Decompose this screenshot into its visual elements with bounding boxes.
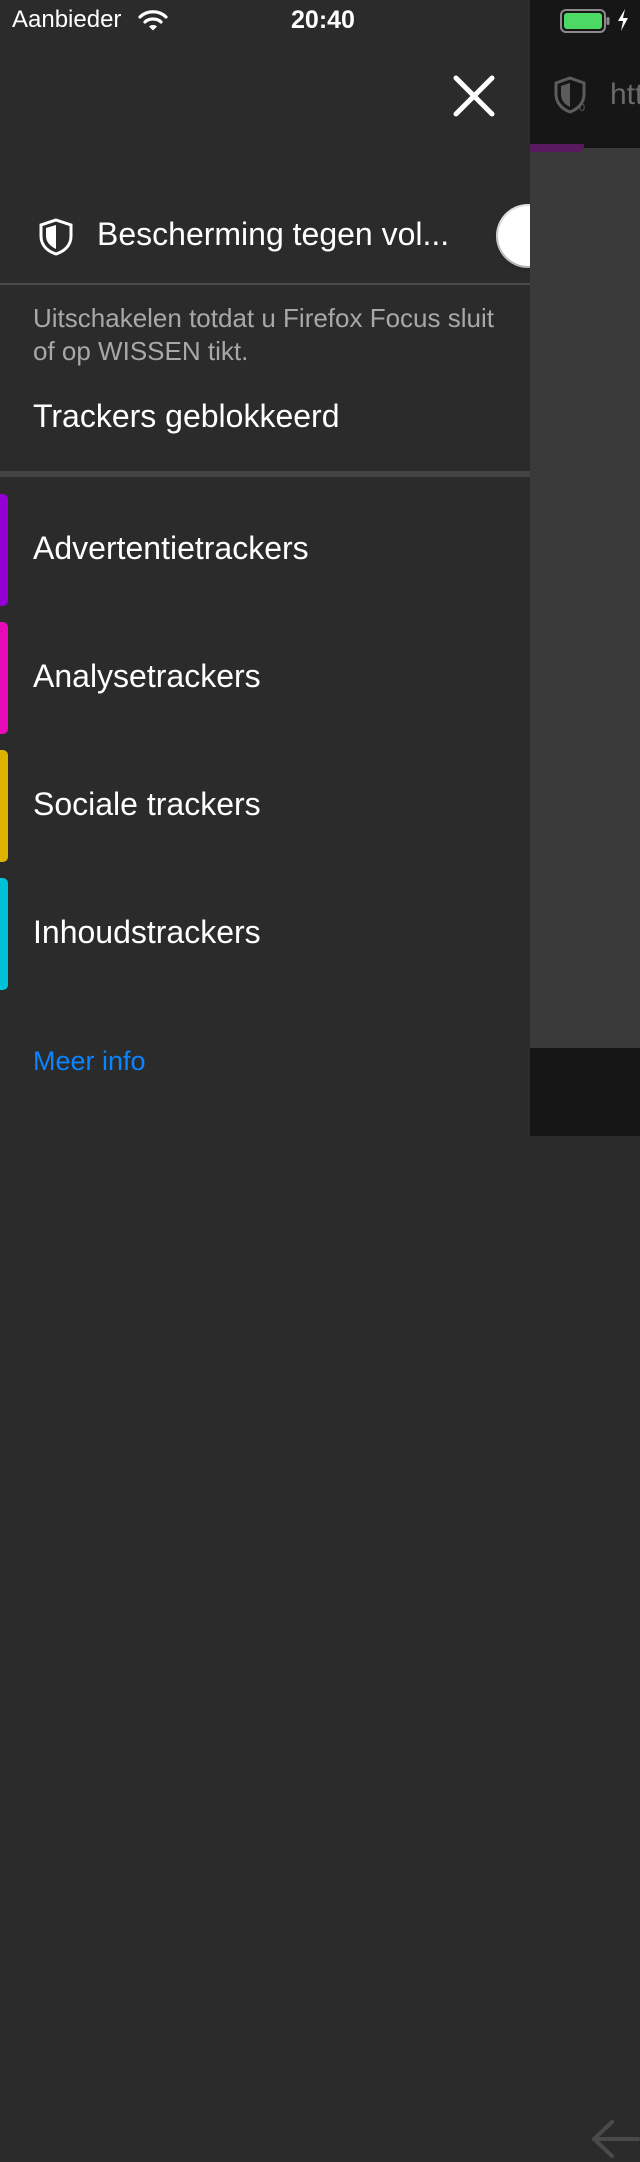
tracking-protection-row: Bescherming tegen vol...: [0, 186, 530, 284]
url-text[interactable]: htt: [610, 78, 640, 112]
trackers-blocked-heading: Trackers geblokkeerd: [33, 398, 340, 434]
tracker-color-bar: [0, 878, 8, 990]
tracking-protection-toggle[interactable]: [496, 204, 530, 268]
charging-bolt-icon: [618, 9, 628, 31]
protection-description: Uitschakelen totdat u Firefox Focus slui…: [33, 303, 494, 366]
tracker-color-bar: [0, 622, 8, 734]
tracker-color-bar: [0, 750, 8, 862]
tracker-color-bar: [0, 494, 8, 606]
tracker-label: Advertentietrackers: [33, 530, 309, 566]
toggle-knob: [498, 206, 530, 266]
more-info-link[interactable]: Meer info: [33, 1046, 146, 1077]
tracking-shield-icon[interactable]: 0: [552, 76, 588, 114]
battery-icon: [560, 9, 610, 33]
shield-icon: [39, 218, 73, 256]
tracker-label: Inhoudstrackers: [33, 914, 261, 950]
status-bar: Aanbieder 20:40: [0, 0, 640, 40]
tracker-label: Sociale trackers: [33, 786, 261, 822]
clock: 20:40: [291, 6, 355, 34]
tracker-row-ad: Advertentietrackers: [0, 494, 530, 606]
section-divider: [0, 471, 530, 477]
divider: [0, 283, 530, 285]
tracker-row-analytics: Analysetrackers: [0, 622, 530, 734]
tracker-row-content: Inhoudstrackers: [0, 878, 530, 990]
back-arrow-icon[interactable]: [586, 2116, 640, 2162]
tracker-row-social: Sociale trackers: [0, 750, 530, 862]
tracking-protection-panel: Bescherming tegen vol... Uitschakelen to…: [0, 0, 530, 1136]
svg-text:0: 0: [579, 102, 585, 114]
close-icon[interactable]: [446, 68, 502, 124]
tracking-protection-label: Bescherming tegen vol...: [97, 216, 450, 252]
tracker-label: Analysetrackers: [33, 658, 261, 694]
